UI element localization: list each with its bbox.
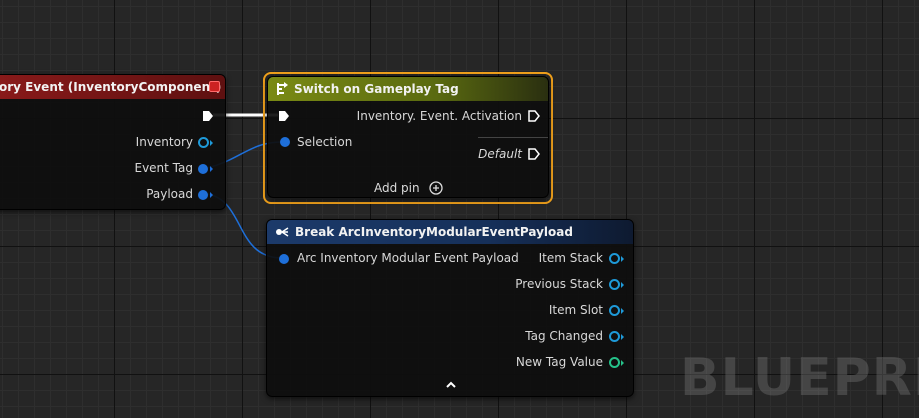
payload-input-pin-label: Arc Inventory Modular Event Payload <box>297 251 519 265</box>
new-tag-value-pin-icon[interactable] <box>609 357 620 368</box>
case-activation-pin-icon[interactable] <box>528 110 540 122</box>
payload-pin-icon[interactable] <box>198 190 208 200</box>
switch-node[interactable]: Switch on Gameplay Tag Inventory. Event.… <box>267 76 549 198</box>
event-tag-pin-arrow-icon <box>210 166 213 172</box>
inventory-pin-label: Inventory <box>135 135 193 149</box>
break-node-header[interactable]: Break ArcInventoryModularEventPayload <box>267 220 633 244</box>
tag-changed-pin-label: Tag Changed <box>525 329 603 343</box>
item-slot-pin-label: Item Slot <box>548 303 603 317</box>
switch-icon <box>277 82 288 95</box>
switch-node-header[interactable]: Switch on Gameplay Tag <box>268 77 548 101</box>
inventory-pin-arrow-icon <box>210 140 213 146</box>
payload-pin-label: Payload <box>146 187 193 201</box>
event-node-close-icon[interactable] <box>209 81 220 92</box>
item-stack-pin-icon[interactable] <box>609 253 620 264</box>
break-node-title: Break ArcInventoryModularEventPayload <box>295 225 573 239</box>
new-tag-value-pin-label: New Tag Value <box>515 355 603 369</box>
default-pin-icon[interactable] <box>528 148 540 160</box>
tag-changed-pin-icon[interactable] <box>609 331 620 342</box>
item-slot-pin-icon[interactable] <box>609 305 620 316</box>
item-stack-pin-label: Item Stack <box>538 251 603 265</box>
case-activation-pin-label: Inventory. Event. Activation <box>356 109 522 123</box>
item-slot-pin-arrow-icon <box>621 308 624 314</box>
break-node[interactable]: Break ArcInventoryModularEventPayload Ar… <box>266 219 634 397</box>
default-divider <box>478 137 548 138</box>
default-pin-label: Default <box>478 147 522 161</box>
payload-pin-arrow-icon <box>210 192 213 198</box>
event-node[interactable]: ory Event (InventoryComponent) Inventory… <box>0 74 226 210</box>
tag-changed-pin-arrow-icon <box>621 334 624 340</box>
plus-circle-icon <box>429 181 444 195</box>
previous-stack-pin-arrow-icon <box>621 282 624 288</box>
break-struct-icon <box>276 227 289 237</box>
add-pin-button[interactable]: Add pin <box>374 179 444 197</box>
selection-pin-label: Selection <box>297 135 353 149</box>
previous-stack-pin-label: Previous Stack <box>515 277 603 291</box>
exec-out-pin-icon[interactable] <box>202 110 214 122</box>
inventory-pin-icon[interactable] <box>198 137 209 148</box>
add-pin-label: Add pin <box>374 181 420 195</box>
blueprint-watermark: BLUEPRINT <box>680 348 919 408</box>
previous-stack-pin-icon[interactable] <box>609 279 620 290</box>
chevron-up-icon[interactable] <box>445 381 457 389</box>
switch-node-title: Switch on Gameplay Tag <box>294 82 459 96</box>
new-tag-value-pin-arrow-icon <box>621 360 624 366</box>
event-node-header[interactable]: ory Event (InventoryComponent) <box>0 75 225 99</box>
selection-pin-icon[interactable] <box>280 137 290 147</box>
event-node-title: ory Event (InventoryComponent) <box>0 80 222 94</box>
event-tag-pin-label: Event Tag <box>134 161 193 175</box>
item-stack-pin-arrow-icon <box>621 256 624 262</box>
payload-input-pin-icon[interactable] <box>279 254 289 264</box>
event-tag-pin-icon[interactable] <box>198 164 208 174</box>
exec-in-pin-icon[interactable] <box>278 110 290 122</box>
